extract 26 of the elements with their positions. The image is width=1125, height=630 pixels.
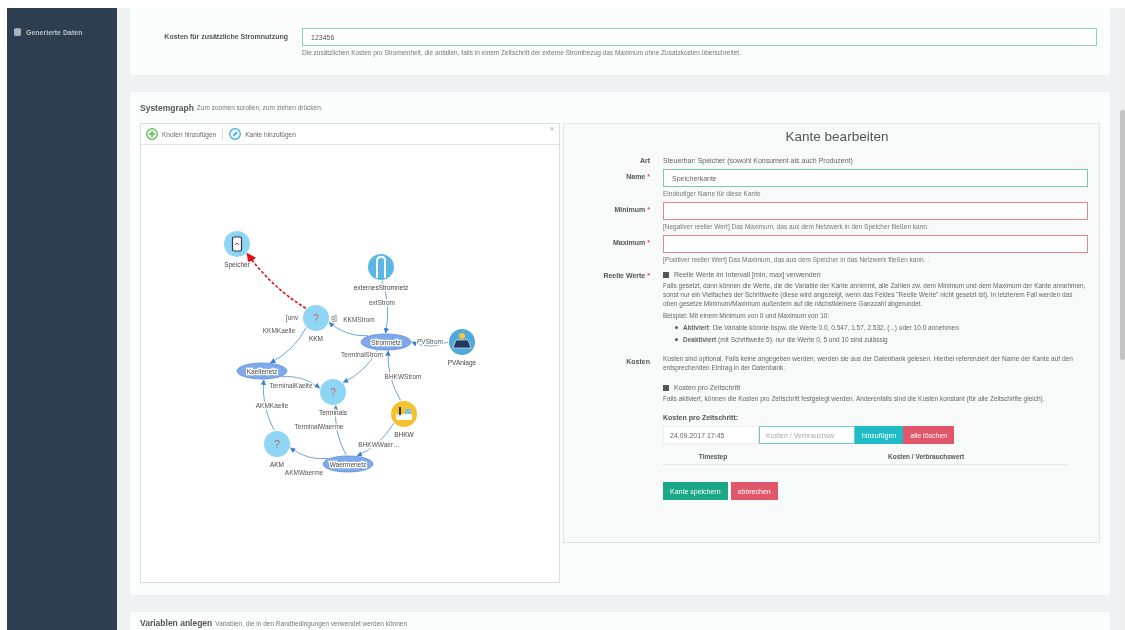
pencil-icon bbox=[229, 128, 242, 140]
panel-title: Kante bearbeiten bbox=[784, 129, 890, 144]
unknown-node[interactable] bbox=[264, 431, 290, 457]
plus-icon bbox=[146, 128, 158, 140]
pylon-node-icon[interactable] bbox=[368, 254, 394, 280]
bullet-icon bbox=[675, 338, 678, 341]
unknown-node[interactable] bbox=[320, 379, 346, 405]
phone-node-icon[interactable] bbox=[224, 231, 250, 257]
question-mark: ? bbox=[274, 439, 280, 450]
checkbox[interactable] bbox=[663, 271, 669, 278]
network-node[interactable] bbox=[236, 362, 288, 380]
database-icon bbox=[14, 28, 21, 36]
section-title: Variablen anlegen bbox=[140, 618, 213, 628]
machine-node-icon[interactable] bbox=[391, 401, 417, 427]
bullet-icon bbox=[675, 326, 678, 329]
section-title: Systemgraph bbox=[140, 102, 194, 113]
checkbox[interactable] bbox=[663, 384, 669, 391]
text-input[interactable] bbox=[663, 202, 1088, 220]
solar-node-icon[interactable] bbox=[449, 329, 475, 355]
question-mark: ? bbox=[330, 387, 336, 398]
text-input[interactable] bbox=[663, 235, 1088, 253]
question-mark: ? bbox=[313, 313, 319, 324]
network-node[interactable] bbox=[360, 333, 412, 351]
network-node[interactable] bbox=[322, 455, 374, 473]
unknown-node[interactable] bbox=[303, 305, 329, 331]
scrollbar[interactable] bbox=[1120, 8, 1125, 630]
